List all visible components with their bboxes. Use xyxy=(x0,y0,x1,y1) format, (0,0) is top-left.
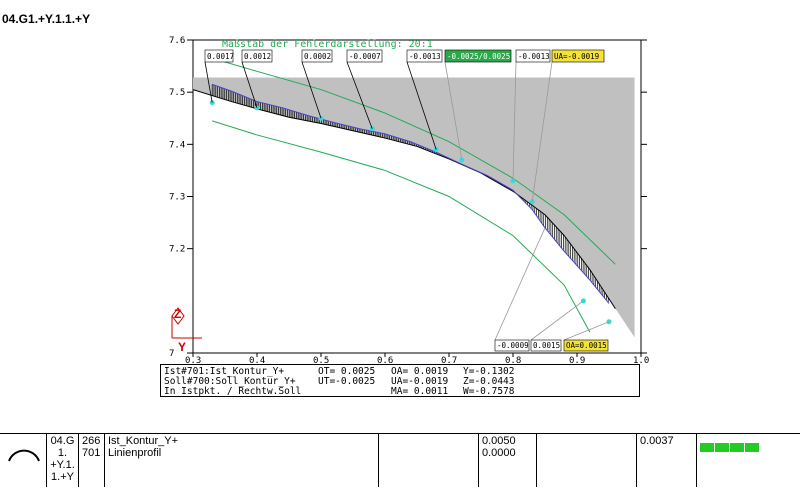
measurement-info-box: Ist#701:Ist_Kontur_Y+ Soll#700:Soll_Kont… xyxy=(160,364,640,397)
feature-name-line: 04.G xyxy=(50,435,75,447)
top-label: 0.0002 xyxy=(304,52,331,61)
info-ut: UT=-0.0025 xyxy=(318,376,376,387)
bottom-label: -0.0009 xyxy=(497,341,529,350)
feature-name-line: 1.+Y xyxy=(51,471,74,483)
label-leader-line xyxy=(530,300,584,341)
deviation-bar-cell xyxy=(696,433,800,487)
y-tick-label: 7.4 xyxy=(169,140,185,150)
empty-cell xyxy=(536,433,637,487)
feature-table: 04.G 1. +Y.1. 1.+Y 266 701 Ist_Kontur_Y+… xyxy=(0,433,800,487)
top-label: 0.0012 xyxy=(244,52,271,61)
profile-type-cell xyxy=(0,433,47,487)
axis-indicator-icon: Z Y xyxy=(171,307,202,354)
info-method: In Istpkt. / Rechtw.Soll xyxy=(164,386,302,397)
label-leader-line xyxy=(494,227,546,341)
empty-cell xyxy=(378,433,479,487)
y-tick-label: 7.2 xyxy=(169,245,185,255)
top-label: -0.0025/0.0025 xyxy=(447,52,510,61)
info-w: W=-0.7578 xyxy=(463,386,515,397)
y-tick-label: 7.5 xyxy=(169,88,185,98)
profile-chart: 0.0017 0.0012 0.0002 -0.0007 -0.0013 -0.0025/… xyxy=(169,36,649,365)
y-tick-label: 7.3 xyxy=(169,193,185,203)
chart-title: Maßstab der Fehlerdarstellung: 20:1 xyxy=(222,39,433,50)
axis-y-label: Y xyxy=(178,340,186,354)
measured-cell: 0.0037 xyxy=(636,433,697,487)
feature-id: 266 xyxy=(82,435,101,447)
top-label: 0.0017 xyxy=(207,52,234,61)
deviation-bar xyxy=(700,443,760,452)
measured-value: 0.0037 xyxy=(640,435,674,447)
bottom-label: OA=0.0015 xyxy=(566,341,607,350)
top-label: -0.0013 xyxy=(518,52,550,61)
top-label: -0.0013 xyxy=(409,52,441,61)
top-label: -0.0007 xyxy=(349,52,381,61)
feature-name-line: 1. xyxy=(57,447,68,459)
y-tick-label: 7.6 xyxy=(169,36,185,46)
bottom-label: 0.0015 xyxy=(533,341,560,350)
feature-id-cell: 266 701 xyxy=(78,433,105,487)
label-leader-line xyxy=(563,321,610,341)
feature-name-line: +Y.1. xyxy=(50,459,75,471)
axis-z-label: Z xyxy=(174,307,181,321)
nominal-material-area xyxy=(193,77,635,338)
tolerance-value: 0.0000 xyxy=(482,447,516,459)
tolerance-value: 0.0050 xyxy=(482,435,516,447)
info-ma: MA= 0.0011 xyxy=(391,386,449,397)
feature-label: Linienprofil xyxy=(108,447,162,459)
y-tick-label: 7 xyxy=(169,349,174,359)
arc-profile-icon xyxy=(8,449,40,462)
tolerance-cell: 0.0050 0.0000 xyxy=(478,433,537,487)
feature-id: 701 xyxy=(82,447,101,459)
feature-name-cell: 04.G 1. +Y.1. 1.+Y xyxy=(46,433,79,487)
feature-label: Ist_Kontur_Y+ xyxy=(108,435,179,447)
top-label: UA=-0.0019 xyxy=(554,52,599,61)
table-row[interactable]: 04.G 1. +Y.1. 1.+Y 266 701 Ist_Kontur_Y+… xyxy=(0,433,800,487)
feature-label-cell: Ist_Kontur_Y+ Linienprofil xyxy=(104,433,379,487)
